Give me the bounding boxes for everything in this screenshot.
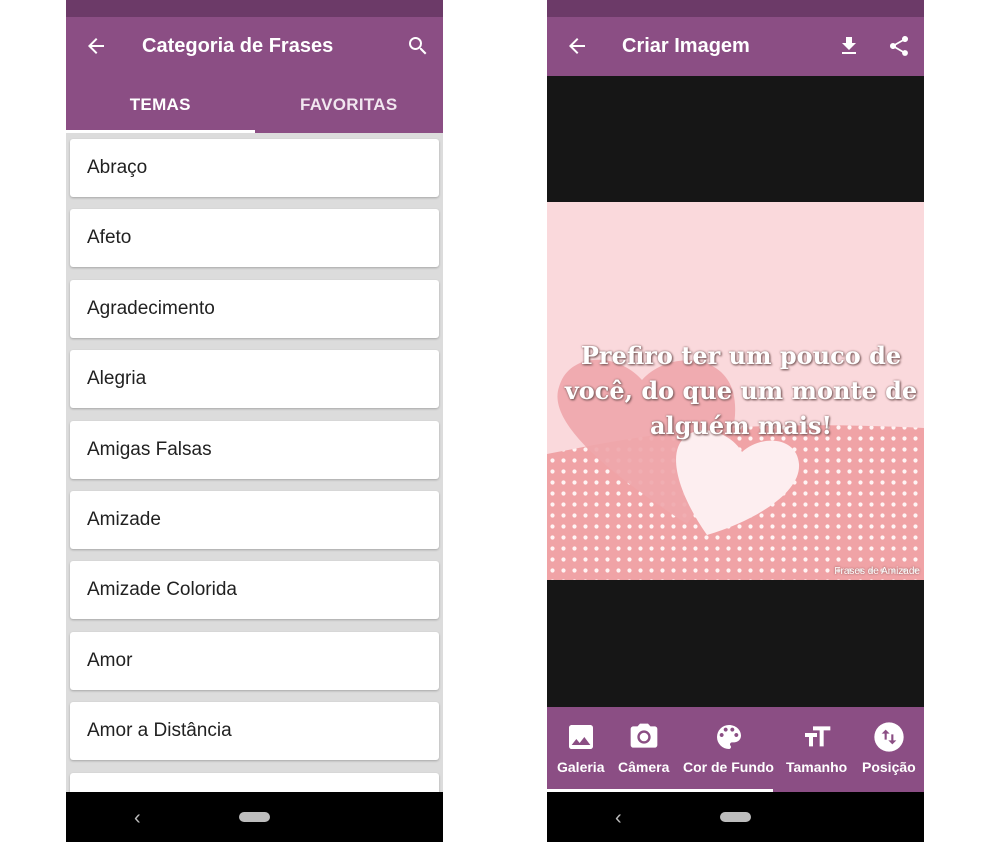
status-bar xyxy=(547,0,924,17)
camera-icon xyxy=(630,723,658,748)
nav-home-pill[interactable] xyxy=(720,812,751,822)
list-item[interactable]: Afeto xyxy=(70,209,439,268)
swap-vertical-icon xyxy=(874,722,904,752)
arrow-back-icon[interactable] xyxy=(565,34,589,58)
arrow-back-icon[interactable] xyxy=(84,34,108,58)
status-bar xyxy=(66,0,443,17)
tool-label: Cor de Fundo xyxy=(683,759,774,775)
tab-bar: TEMAS FAVORITAS xyxy=(66,76,443,133)
nav-back-icon[interactable]: ‹ xyxy=(134,807,141,830)
app-bar: Criar Imagem xyxy=(547,17,924,76)
download-icon[interactable] xyxy=(837,34,861,58)
posicao-button[interactable]: Posição xyxy=(862,721,916,781)
system-nav-bar: ‹ xyxy=(66,792,443,842)
list-item[interactable]: Amizade Colorida xyxy=(70,561,439,620)
category-list[interactable]: Abraço Afeto Agradecimento Alegria Amiga… xyxy=(66,133,443,792)
page-title: Criar Imagem xyxy=(622,35,750,57)
list-item[interactable]: Amor a Distância xyxy=(70,702,439,761)
quote-text[interactable]: Prefiro ter um pouco de você, do que um … xyxy=(561,338,921,443)
nav-home-pill[interactable] xyxy=(239,812,270,822)
tab-temas[interactable]: TEMAS xyxy=(66,76,255,133)
system-nav-bar: ‹ xyxy=(547,792,924,842)
tool-label: Posição xyxy=(862,759,916,775)
list-item[interactable]: Amor xyxy=(70,631,439,690)
create-image-screen: Criar Imagem Prefiro ter um pouco de voc… xyxy=(547,0,924,842)
list-item[interactable]: Abraço xyxy=(70,139,439,197)
list-item[interactable]: Alegria xyxy=(70,350,439,409)
image-icon xyxy=(568,725,593,749)
list-item[interactable]: Amigas Falsas xyxy=(70,420,439,479)
galeria-button[interactable]: Galeria xyxy=(557,721,604,781)
watermark-text: Frases de Amizade xyxy=(834,566,920,577)
list-item[interactable]: Amizade xyxy=(70,490,439,549)
image-preview[interactable]: Prefiro ter um pouco de você, do que um … xyxy=(547,202,924,580)
list-item-partial[interactable] xyxy=(70,772,439,792)
edit-toolbar: Galeria Câmera Cor de Fundo Tamanho Posi… xyxy=(547,707,924,792)
text-size-icon xyxy=(804,726,830,747)
tab-favoritas[interactable]: FAVORITAS xyxy=(255,76,444,133)
list-item[interactable]: Agradecimento xyxy=(70,279,439,338)
canvas-letterbox-top xyxy=(547,76,924,202)
cor-de-fundo-button[interactable]: Cor de Fundo xyxy=(683,721,774,781)
tool-label: Galeria xyxy=(557,759,605,775)
tamanho-button[interactable]: Tamanho xyxy=(786,721,847,781)
category-screen: Categoria de Frases TEMAS FAVORITAS Abra… xyxy=(66,0,443,842)
app-bar: Categoria de Frases xyxy=(66,17,443,76)
page-title: Categoria de Frases xyxy=(142,35,334,57)
search-icon[interactable] xyxy=(406,34,430,58)
camera-button[interactable]: Câmera xyxy=(618,721,669,781)
palette-icon xyxy=(716,725,741,749)
tool-label: Tamanho xyxy=(786,759,848,775)
tool-label: Câmera xyxy=(618,759,670,775)
nav-back-icon[interactable]: ‹ xyxy=(615,807,622,830)
canvas-letterbox-bottom xyxy=(547,580,924,707)
share-icon[interactable] xyxy=(887,34,911,58)
